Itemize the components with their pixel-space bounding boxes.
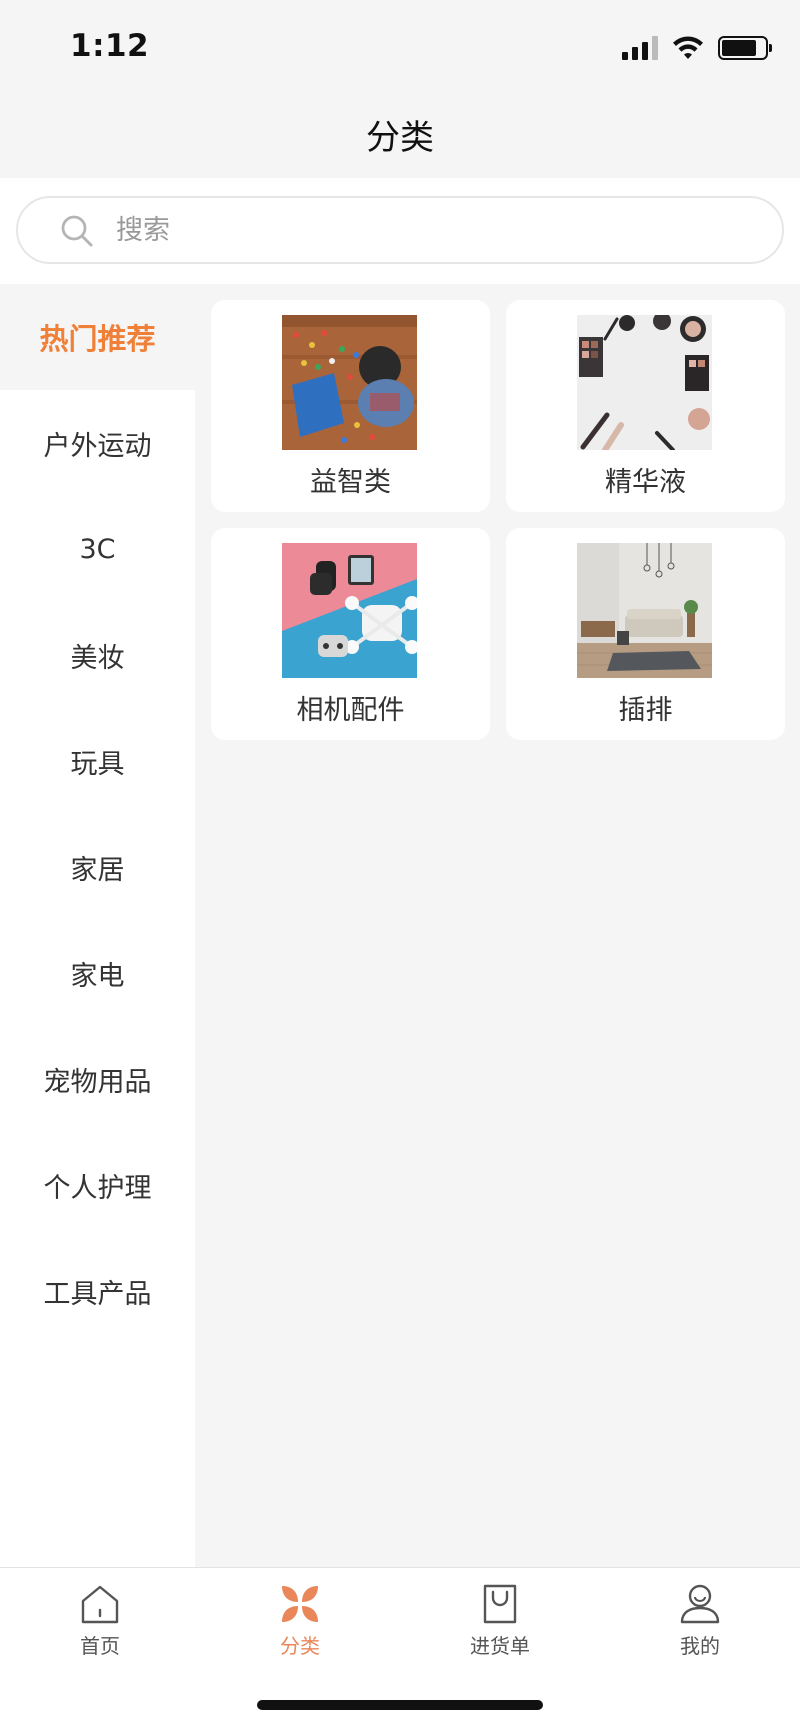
tab-label: 进货单 — [470, 1634, 530, 1658]
category-sidebar: 热门推荐 户外运动 3C 美妆 玩具 家居 家电 宠物用品 个人护理 工具产品 — [0, 284, 195, 1567]
tab-home[interactable]: 首页 — [0, 1582, 200, 1659]
category-card-label: 精华液 — [605, 467, 686, 498]
sidebar-item-label: 工具产品 — [43, 1278, 152, 1310]
shopping-bag-icon — [483, 1584, 517, 1624]
sidebar-item-label: 个人护理 — [43, 1172, 152, 1204]
sidebar-item-beauty[interactable]: 美妆 — [0, 602, 195, 708]
tab-label: 我的 — [680, 1634, 720, 1658]
sidebar-item-label: 户外运动 — [43, 430, 152, 462]
category-card-label: 插排 — [618, 695, 673, 726]
tab-label: 分类 — [280, 1634, 320, 1658]
user-icon — [680, 1584, 720, 1624]
battery-icon — [718, 36, 772, 60]
status-time: 1:12 — [70, 28, 150, 64]
sidebar-item-hot[interactable]: 热门推荐 — [0, 284, 195, 390]
category-card-label: 相机配件 — [296, 695, 405, 726]
sidebar-item-home[interactable]: 家居 — [0, 814, 195, 920]
sidebar-item-label: 热门推荐 — [39, 322, 156, 356]
sidebar-item-outdoor[interactable]: 户外运动 — [0, 390, 195, 496]
search-bar — [0, 178, 800, 284]
toy-blocks-image — [282, 315, 417, 450]
home-icon — [81, 1585, 119, 1624]
sidebar-item-label: 宠物用品 — [43, 1066, 152, 1098]
wifi-icon — [673, 36, 703, 59]
sidebar-item-label: 3C — [79, 533, 116, 565]
sidebar-item-label: 美妆 — [70, 642, 125, 674]
signal-icon — [622, 36, 658, 60]
tab-category[interactable]: 分类 — [200, 1582, 400, 1659]
page-title: 分类 — [366, 118, 434, 158]
status-bar: 1:12 — [0, 0, 800, 95]
category-card-puzzle[interactable]: 益智类 — [211, 300, 490, 512]
tab-purchase-order[interactable]: 进货单 — [400, 1582, 600, 1659]
sidebar-item-personal-care[interactable]: 个人护理 — [0, 1132, 195, 1238]
search-input[interactable] — [116, 198, 756, 262]
camera-drone-image — [282, 543, 417, 678]
sidebar-item-label: 玩具 — [70, 748, 125, 780]
living-room-image — [577, 543, 712, 678]
category-content: 益智类 精华液 相机配件 插排 — [195, 284, 800, 1567]
sidebar-item-label: 家电 — [70, 960, 125, 992]
search-box[interactable] — [16, 196, 784, 264]
category-card-power-strip[interactable]: 插排 — [506, 528, 785, 740]
category-screen: 1:12 分类 热门推荐 户外运动 3C 美妆 — [0, 0, 800, 1731]
makeup-image — [577, 315, 712, 450]
search-icon — [61, 215, 93, 247]
sidebar-item-toys[interactable]: 玩具 — [0, 708, 195, 814]
sidebar-item-label: 家居 — [70, 854, 125, 886]
category-icon — [282, 1586, 318, 1622]
status-icons — [622, 33, 772, 63]
category-card-serum[interactable]: 精华液 — [506, 300, 785, 512]
category-grid: 益智类 精华液 相机配件 插排 — [211, 300, 785, 740]
sidebar-item-pets[interactable]: 宠物用品 — [0, 1026, 195, 1132]
home-indicator — [257, 1700, 543, 1710]
tab-mine[interactable]: 我的 — [600, 1582, 800, 1659]
sidebar-item-tools[interactable]: 工具产品 — [0, 1238, 195, 1344]
category-card-label: 益智类 — [310, 467, 391, 498]
sidebar-item-3c[interactable]: 3C — [0, 496, 195, 602]
sidebar-item-appliances[interactable]: 家电 — [0, 920, 195, 1026]
tab-label: 首页 — [80, 1634, 120, 1658]
category-card-camera-accessories[interactable]: 相机配件 — [211, 528, 490, 740]
